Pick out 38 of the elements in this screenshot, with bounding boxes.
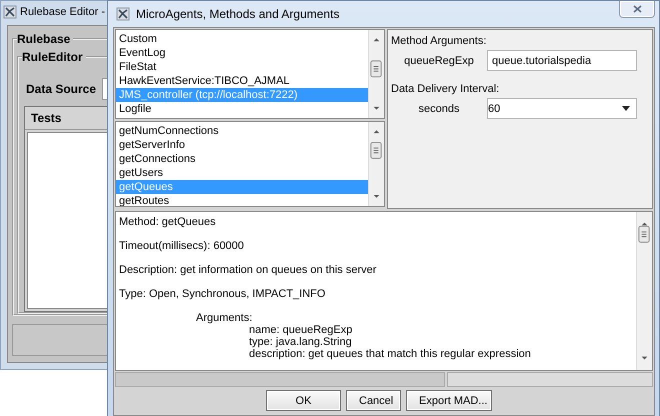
method-item[interactable]: getRoutes [116, 194, 368, 206]
interval-dropdown[interactable]: 60 [487, 98, 637, 119]
scrollbar[interactable] [636, 212, 652, 370]
scrollbar[interactable] [368, 30, 384, 118]
scrollbar[interactable] [368, 122, 384, 206]
app-icon [3, 5, 17, 19]
detail-text: Method: getQueues [119, 216, 217, 228]
cancel-button[interactable]: Cancel [346, 390, 401, 411]
detail-text: Timeout(millisecs): 60000 [119, 240, 245, 252]
detail-text: Description: get information on queues on this server [119, 264, 378, 276]
detail-text: Type: Open, Synchronous, IMPACT_INFO [119, 288, 326, 300]
dropdown-arrow-icon [622, 106, 630, 111]
microagent-item[interactable]: EventLog [116, 46, 368, 60]
field-label: seconds [418, 102, 460, 114]
field-label: Data Source [26, 82, 96, 96]
section-heading: Arguments: [195, 312, 254, 324]
microagent-item[interactable]: HawkEventService:TIBCO_AJMAL [116, 74, 368, 88]
group-title: Rulebase [17, 32, 72, 46]
microagent-item[interactable]: FileStat [116, 60, 368, 74]
method-item[interactable]: getConnections [116, 152, 368, 166]
window-title: Rulebase Editor - [20, 6, 105, 18]
group-title: RuleEditor [22, 50, 84, 64]
close-button[interactable] [619, 1, 655, 18]
method-item[interactable]: getServerInfo [116, 138, 368, 152]
input-field[interactable]: queue.tutorialspedia [487, 50, 637, 71]
detail-text: type: java.lang.String [248, 336, 353, 348]
ok-button[interactable]: OK [266, 390, 341, 411]
microagent-item[interactable]: Custom [116, 32, 368, 46]
field-label: queueRegExp [403, 54, 475, 66]
export-button[interactable]: Export MAD... [406, 390, 492, 411]
detail-text: description: get queues that match this regular expression [248, 348, 532, 360]
detail-text: name: queueRegExp [248, 324, 354, 336]
method-item[interactable]: getUsers [116, 166, 368, 180]
section-heading: Data Delivery Interval: [391, 83, 500, 95]
dialog-title: MicroAgents, Methods and Arguments [136, 7, 340, 21]
app-icon [116, 7, 130, 21]
close-icon [632, 5, 642, 13]
section-heading: Method Arguments: [391, 35, 488, 47]
